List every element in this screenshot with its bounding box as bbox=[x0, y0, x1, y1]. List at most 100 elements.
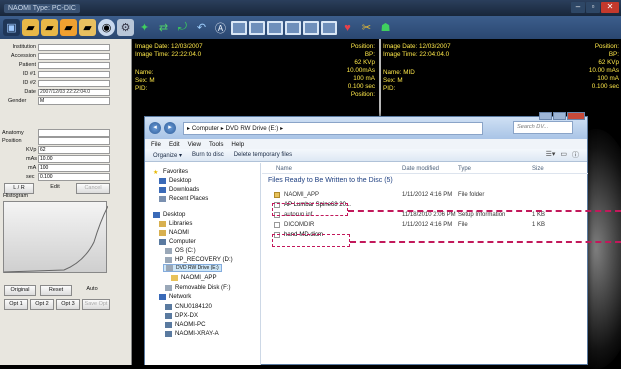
nav-libraries[interactable]: Libraries bbox=[159, 220, 192, 227]
group-header[interactable]: Files Ready to Be Written to the Disc (5… bbox=[268, 177, 393, 184]
monitor-icon[interactable]: ▣ bbox=[3, 19, 20, 36]
opt1-button[interactable]: Opt 1 bbox=[4, 299, 28, 310]
opt2-button[interactable]: Opt 2 bbox=[30, 299, 54, 310]
nav-removable-disk[interactable]: Removable Disk (F:) bbox=[165, 284, 231, 291]
save-opt-button[interactable]: Save Opt bbox=[82, 299, 110, 310]
kvp-text: 62 KVp bbox=[598, 59, 619, 66]
nav-network-host[interactable]: DPX-DX bbox=[165, 312, 198, 319]
nav-favorites[interactable]: ★ Favorites bbox=[153, 168, 188, 176]
opt3-button[interactable]: Opt 3 bbox=[56, 299, 80, 310]
computer-icon bbox=[165, 312, 172, 319]
date-input[interactable]: 2007/12/03 22:22:04.0 bbox=[38, 88, 110, 96]
nav-label: CNU0184120 bbox=[175, 303, 212, 310]
text-icon[interactable]: Ⓐ bbox=[212, 19, 229, 36]
rotate-icon[interactable]: ⤾ bbox=[174, 19, 191, 36]
auto-button[interactable]: Auto bbox=[76, 285, 108, 296]
id1-input[interactable] bbox=[38, 70, 110, 78]
column-size[interactable]: Size bbox=[532, 166, 544, 172]
layout-grid-icon[interactable] bbox=[321, 20, 337, 35]
mas-stepper[interactable]: 10.00 bbox=[38, 155, 110, 163]
column-name[interactable]: Name bbox=[276, 166, 292, 172]
folder-open-icon[interactable]: ▰ bbox=[79, 19, 96, 36]
heart-icon[interactable]: ♥ bbox=[339, 19, 356, 36]
histogram-chart[interactable] bbox=[3, 201, 109, 273]
nav-recent[interactable]: Recent Places bbox=[159, 195, 208, 202]
nav-desktop-root[interactable]: Desktop bbox=[153, 211, 185, 218]
menu-tools[interactable]: Tools bbox=[209, 141, 223, 148]
nav-desktop[interactable]: Desktop bbox=[159, 177, 191, 184]
skeleton-icon[interactable]: ✦ bbox=[136, 19, 153, 36]
help-icon[interactable]: ⓘ bbox=[572, 150, 579, 160]
cancel-button[interactable]: Cancel bbox=[76, 183, 110, 194]
patient-input[interactable] bbox=[38, 61, 110, 69]
explorer-minimize-button[interactable] bbox=[539, 112, 552, 120]
user-icon[interactable]: ☗ bbox=[377, 19, 394, 36]
menu-help[interactable]: Help bbox=[231, 141, 244, 148]
ma-stepper[interactable]: 100 bbox=[38, 164, 110, 172]
original-button[interactable]: Original bbox=[4, 285, 36, 296]
institution-input[interactable] bbox=[38, 43, 110, 51]
menu-file[interactable]: File bbox=[151, 141, 161, 148]
file-name: NAOMI_APP bbox=[284, 192, 320, 198]
nav-network-host[interactable]: NAOMI-PC bbox=[165, 321, 205, 328]
file-row[interactable]: DICOMDIR 1/11/2012 4:16 PM File 1 KB bbox=[274, 221, 574, 230]
menu-edit[interactable]: Edit bbox=[169, 141, 180, 148]
nav-network[interactable]: Network bbox=[159, 293, 191, 300]
id2-input[interactable] bbox=[38, 79, 110, 87]
folder-person-icon[interactable]: ▰ bbox=[41, 19, 58, 36]
column-type[interactable]: Type bbox=[458, 166, 471, 172]
nav-dvd-drive[interactable]: DVD RW Drive (E:) bbox=[163, 264, 222, 272]
maximize-button[interactable]: ▫ bbox=[586, 2, 600, 13]
gender-select[interactable]: M bbox=[38, 97, 110, 105]
anatomy-select[interactable] bbox=[38, 129, 110, 137]
accession-input[interactable] bbox=[38, 52, 110, 60]
image-time: Image Time: 22:22:04.0 bbox=[135, 51, 202, 58]
undo-icon[interactable]: ↶ bbox=[193, 19, 210, 36]
file-row[interactable]: NAOMI_APP 1/11/2012 4:16 PM File folder bbox=[274, 191, 574, 200]
layout-2x1-icon[interactable] bbox=[267, 20, 283, 35]
position-select[interactable] bbox=[38, 137, 110, 145]
menu-view[interactable]: View bbox=[188, 141, 201, 148]
nav-naomi-app[interactable]: NAOMI_APP bbox=[171, 274, 217, 281]
folder-icon[interactable]: ▰ bbox=[22, 19, 39, 36]
nav-label: DVD RW Drive (E:) bbox=[176, 265, 219, 271]
layout-1x2-icon[interactable] bbox=[249, 20, 265, 35]
delete-temp-button[interactable]: Delete temporary files bbox=[234, 152, 292, 158]
close-button[interactable]: ✕ bbox=[601, 2, 619, 13]
column-date[interactable]: Date modified bbox=[402, 166, 439, 172]
folder-sun-icon[interactable]: ▰ bbox=[60, 19, 77, 36]
burn-button[interactable]: Burn to disc bbox=[192, 152, 224, 158]
kvp-label: KVp bbox=[26, 147, 37, 153]
shuffle-icon[interactable]: ⇄ bbox=[155, 19, 172, 36]
sex-text: Sex: M bbox=[135, 77, 155, 84]
nav-network-host[interactable]: CNU0184120 bbox=[165, 303, 212, 310]
preview-pane-icon[interactable]: ▭ bbox=[560, 150, 567, 160]
forward-icon[interactable]: ▸ bbox=[164, 122, 176, 134]
address-breadcrumb[interactable]: ▸ Computer ▸ DVD RW Drive (E:) ▸ bbox=[183, 121, 483, 135]
sec-stepper[interactable]: 0.100 bbox=[38, 173, 110, 181]
view-options-icon[interactable]: ☰▾ bbox=[546, 150, 556, 160]
explorer-close-button[interactable] bbox=[567, 112, 585, 120]
explorer-maximize-button[interactable] bbox=[553, 112, 566, 120]
minimize-button[interactable]: – bbox=[571, 2, 585, 13]
search-input[interactable]: Search DV... bbox=[513, 121, 573, 134]
layout-3x3-icon[interactable] bbox=[303, 20, 319, 35]
user-folder-icon bbox=[159, 229, 166, 236]
nav-network-host[interactable]: NAOMI-XRAY-A bbox=[165, 330, 219, 337]
kvp-stepper[interactable]: 62 bbox=[38, 146, 110, 154]
layout-1x1-icon[interactable] bbox=[231, 20, 247, 35]
nav-os-drive[interactable]: OS (C:) bbox=[165, 247, 196, 254]
layout-2x2-icon[interactable] bbox=[285, 20, 301, 35]
organize-button[interactable]: Organize ▾ bbox=[153, 152, 182, 159]
disc-icon[interactable]: ◉ bbox=[98, 19, 115, 36]
nav-naomi[interactable]: NAOMI bbox=[159, 229, 189, 236]
nav-recovery-drive[interactable]: HP_RECOVERY (D:) bbox=[165, 256, 233, 263]
back-icon[interactable]: ◂ bbox=[149, 122, 161, 134]
gear-icon[interactable]: ⚙ bbox=[117, 19, 134, 36]
nav-computer[interactable]: Computer bbox=[159, 238, 196, 245]
reset-button[interactable]: Reset bbox=[40, 285, 72, 296]
nav-downloads[interactable]: Downloads bbox=[159, 186, 199, 193]
file-list: Name Date modified Type Size Files Ready… bbox=[262, 163, 588, 365]
edit-button[interactable]: Edit bbox=[38, 183, 72, 194]
tools-icon[interactable]: ✂ bbox=[358, 19, 375, 36]
